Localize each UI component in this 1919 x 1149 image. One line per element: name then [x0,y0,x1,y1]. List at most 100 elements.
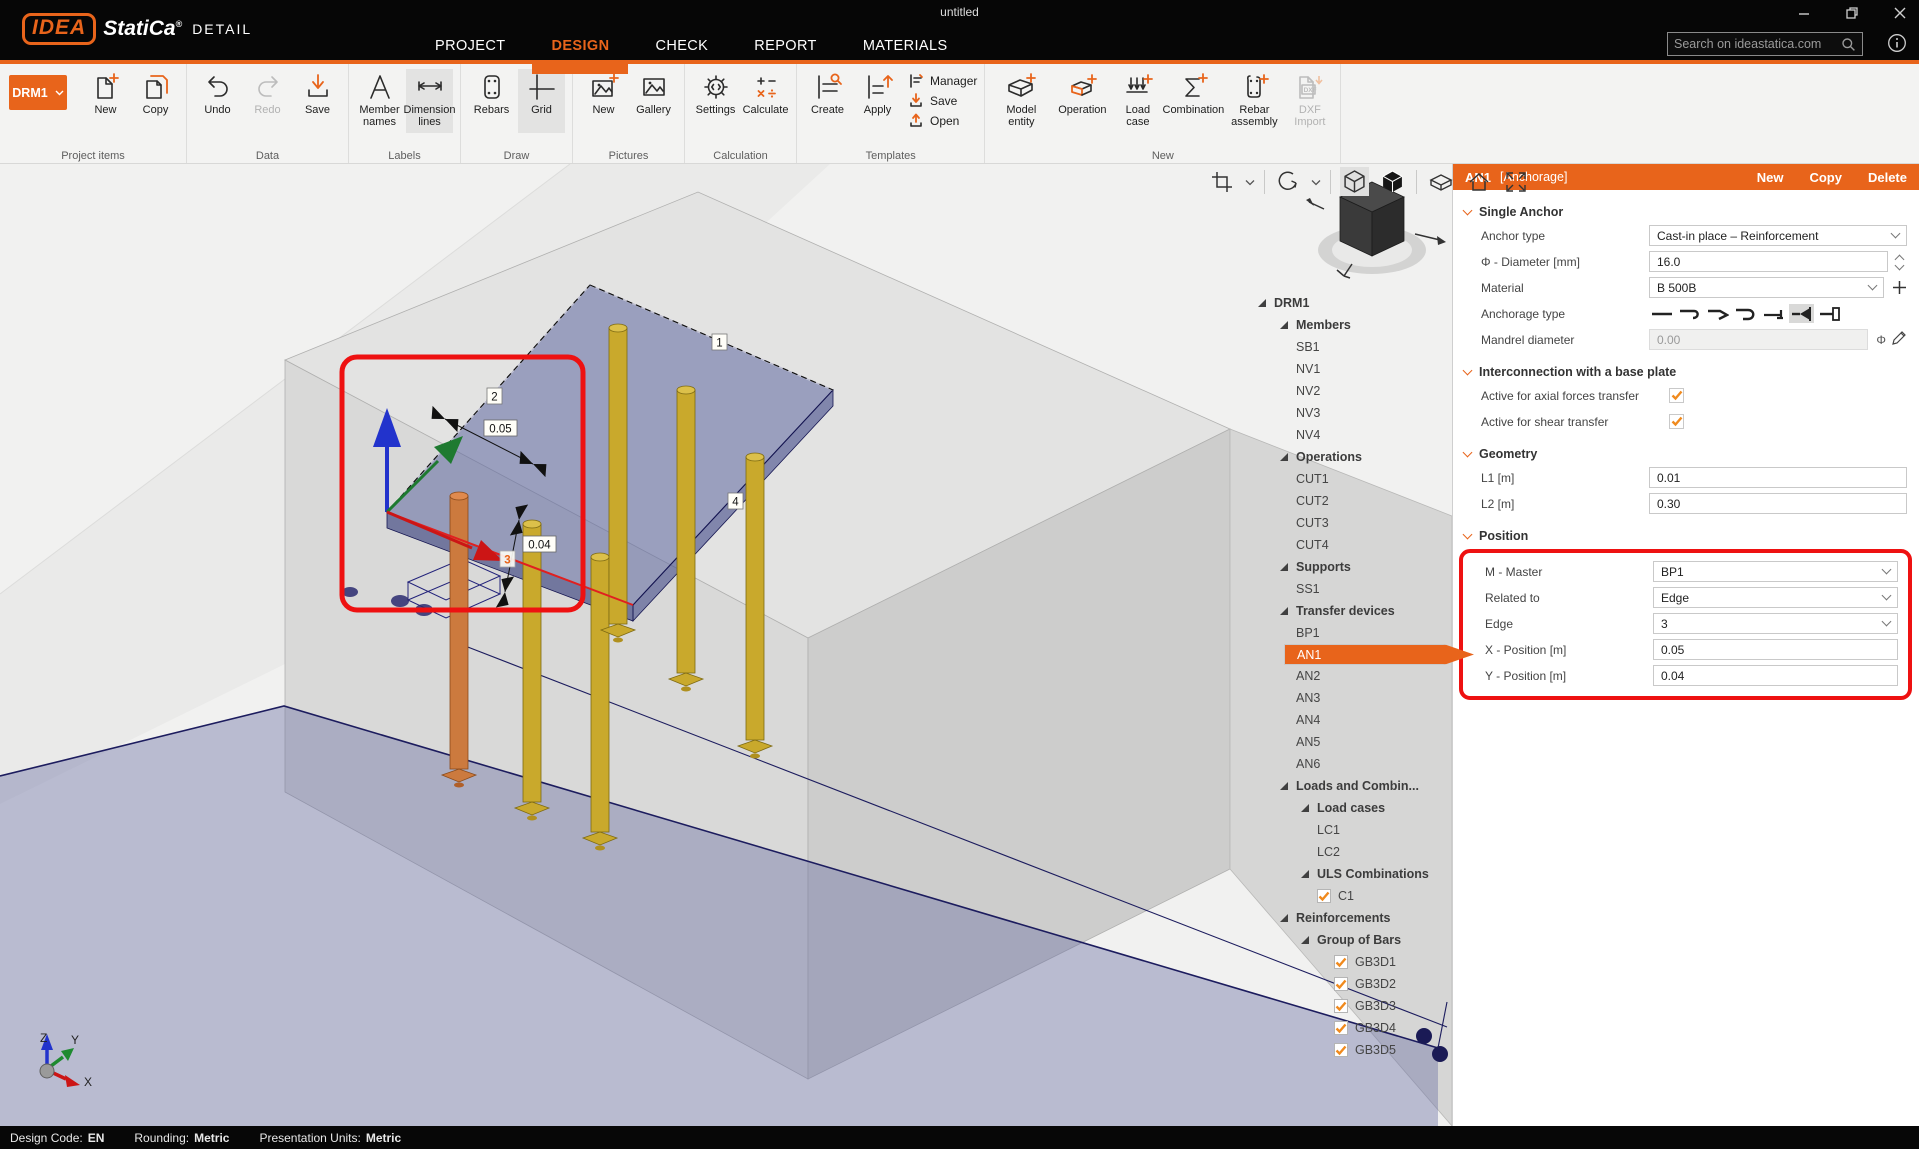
3d-scene[interactable]: 0.05 0.04 1 2 4 3 [0,164,1452,1126]
panel-delete-button[interactable]: Delete [1868,170,1907,185]
related-to-select[interactable]: Edge [1653,587,1898,608]
tree-item-nv2[interactable]: NV2 [1256,380,1456,402]
section-geometry[interactable]: Geometry [1464,447,1919,461]
tree-item-gb3d1[interactable]: GB3D1 [1256,951,1456,973]
tree-item-lc1[interactable]: LC1 [1256,819,1456,841]
clipping-dropdown[interactable] [1245,173,1255,191]
tree-item-operations[interactable]: Operations [1256,446,1456,468]
minimize-button[interactable] [1793,4,1815,22]
anchorage-type-plate[interactable] [1817,304,1842,323]
menu-design-active[interactable]: DESIGN [528,30,632,64]
search-box[interactable] [1667,32,1863,56]
section-view-button[interactable] [1426,168,1456,196]
tree-item-gb3d2[interactable]: GB3D2 [1256,973,1456,995]
menu-project[interactable]: PROJECT [412,30,528,64]
tree-item-cut1[interactable]: CUT1 [1256,468,1456,490]
rebars-button[interactable]: Rebars [468,69,515,133]
tree-item-load-cases[interactable]: Load cases [1256,797,1456,819]
tree-item-sb1[interactable]: SB1 [1256,336,1456,358]
expand-icon[interactable] [1301,870,1309,878]
checkbox-checked[interactable] [1334,955,1348,969]
y-position-input[interactable]: 0.04 [1653,665,1898,686]
tree-item-group-of-bars[interactable]: Group of Bars [1256,929,1456,951]
expand-icon[interactable] [1280,607,1288,615]
tree-item-uls-combinations[interactable]: ULS Combinations [1256,863,1456,885]
template-save-button[interactable]: Save [908,93,977,109]
clipping-tool-button[interactable] [1208,168,1236,196]
new-project-item-button[interactable]: New [82,69,129,133]
expand-icon[interactable] [1280,914,1288,922]
tree-item-an2[interactable]: AN2 [1256,665,1456,687]
add-material-button[interactable] [1892,280,1907,295]
checkbox-checked[interactable] [1334,977,1348,991]
tree-item-c1[interactable]: C1 [1256,885,1456,907]
template-manager-button[interactable]: Manager [908,73,977,89]
checkbox-checked[interactable] [1334,999,1348,1013]
apply-template-button[interactable]: Apply [854,69,901,133]
section-single-anchor[interactable]: Single Anchor [1464,205,1919,219]
expand-icon[interactable] [1258,299,1266,307]
close-button[interactable] [1889,4,1911,22]
tree-item-an3[interactable]: AN3 [1256,687,1456,709]
anchorage-type-hook-90[interactable] [1677,304,1702,323]
anchorage-type-foot[interactable] [1761,304,1786,323]
tree-item-an1-selected[interactable]: AN1 [1284,644,1474,665]
project-item-selector[interactable]: DRM1 [9,75,67,110]
tree-item-gb3d4[interactable]: GB3D4 [1256,1017,1456,1039]
tree-item-bp1[interactable]: BP1 [1256,622,1456,644]
l2-input[interactable]: 0.30 [1649,493,1907,514]
tree-item-gb3d5[interactable]: GB3D5 [1256,1039,1456,1061]
menu-check[interactable]: CHECK [632,30,731,64]
section-interconnection[interactable]: Interconnection with a base plate [1464,365,1919,379]
zoom-fit-button[interactable] [1502,168,1530,196]
tree-item-gb3d3[interactable]: GB3D3 [1256,995,1456,1017]
menu-materials[interactable]: MATERIALS [840,30,971,64]
tree-item-nv3[interactable]: NV3 [1256,402,1456,424]
member-names-button[interactable]: Member names [356,69,403,133]
anchorage-type-hook-135[interactable] [1705,304,1730,323]
create-template-button[interactable]: Create [804,69,851,133]
checkbox-checked[interactable] [1334,1021,1348,1035]
solid-view-button[interactable] [1378,167,1407,196]
template-open-button[interactable]: Open [908,113,977,129]
tree-item-nv1[interactable]: NV1 [1256,358,1456,380]
edge-select[interactable]: 3 [1653,613,1898,634]
expand-icon[interactable] [1280,563,1288,571]
l1-input[interactable]: 0.01 [1649,467,1907,488]
tree-item-nv4[interactable]: NV4 [1256,424,1456,446]
info-button[interactable] [1887,33,1907,58]
new-load-case-button[interactable]: Load case [1114,69,1161,133]
tree-item-an5[interactable]: AN5 [1256,731,1456,753]
diameter-input[interactable]: 16.0 [1649,251,1888,272]
shear-transfer-checkbox-checked[interactable] [1669,414,1684,429]
restore-button[interactable] [1841,4,1863,22]
wireframe-view-button[interactable] [1340,167,1369,196]
new-combination-button[interactable]: Combination [1164,69,1222,133]
tree-item-an6[interactable]: AN6 [1256,753,1456,775]
master-select[interactable]: BP1 [1653,561,1898,582]
new-operation-button[interactable]: Operation [1053,69,1111,133]
tree-item-drm1[interactable]: DRM1 [1256,292,1456,314]
edit-mandrel-button[interactable] [1891,330,1907,349]
tree-item-loads-and-combinations[interactable]: Loads and Combin... [1256,775,1456,797]
panel-new-button[interactable]: New [1757,170,1784,185]
expand-icon[interactable] [1280,321,1288,329]
tree-item-cut4[interactable]: CUT4 [1256,534,1456,556]
anchorage-type-head-selected[interactable] [1789,304,1814,323]
home-view-button[interactable] [1465,168,1493,196]
tree-item-reinforcements[interactable]: Reinforcements [1256,907,1456,929]
settings-button[interactable]: Settings [692,69,739,133]
checkbox-checked[interactable] [1317,889,1331,903]
panel-copy-button[interactable]: Copy [1809,170,1842,185]
tree-item-members[interactable]: Members [1256,314,1456,336]
material-select[interactable]: B 500B [1649,277,1884,298]
orbit-dropdown[interactable] [1311,173,1321,191]
calculate-button[interactable]: Calculate [742,69,789,133]
expand-icon[interactable] [1301,936,1309,944]
copy-project-item-button[interactable]: Copy [132,69,179,133]
dimension-lines-button[interactable]: Dimension lines [406,69,453,133]
tree-item-supports[interactable]: Supports [1256,556,1456,578]
new-model-entity-button[interactable]: Model entity [992,69,1050,133]
diameter-stepper[interactable] [1892,254,1907,269]
tree-item-lc2[interactable]: LC2 [1256,841,1456,863]
